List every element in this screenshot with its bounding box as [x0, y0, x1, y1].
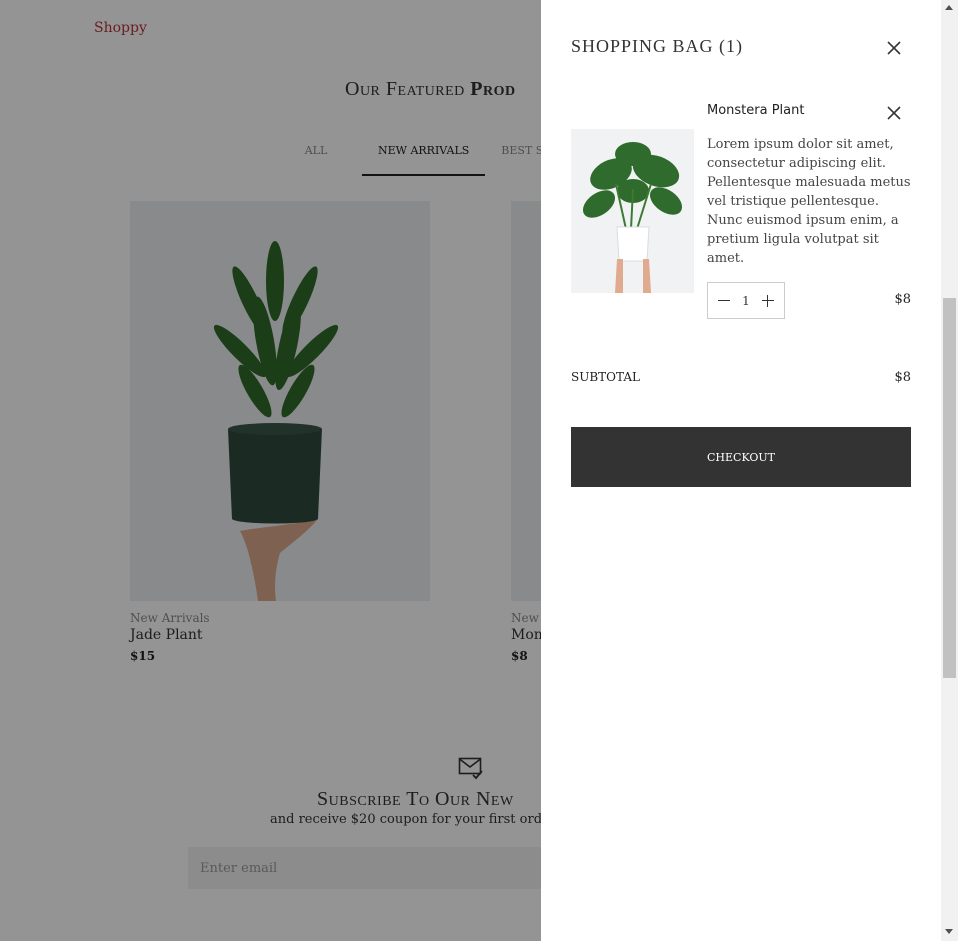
scroll-down-arrow-icon[interactable] [945, 929, 953, 934]
minus-icon[interactable] [718, 295, 730, 307]
cart-item-image [571, 129, 694, 293]
scrollbar-thumb[interactable] [943, 298, 956, 678]
close-icon[interactable] [887, 41, 901, 55]
shopping-bag-drawer: SHOPPING BAG (1) Monstera Plant Lorem ip… [541, 0, 941, 941]
subtotal-label: SUBTOTAL [571, 370, 640, 384]
checkout-button[interactable]: CHECKOUT [571, 427, 911, 487]
subtotal-value: $8 [894, 370, 911, 385]
scroll-up-arrow-icon[interactable] [945, 5, 953, 10]
quantity-value: 1 [742, 293, 750, 308]
cart-item-price: $8 [894, 292, 911, 307]
close-icon[interactable] [887, 106, 901, 120]
plus-icon[interactable] [761, 294, 774, 307]
cart-item-name[interactable]: Monstera Plant [707, 103, 804, 118]
quantity-stepper: 1 [707, 282, 785, 319]
cart-item-description: Lorem ipsum dolor sit amet, consectetur … [707, 137, 911, 266]
drawer-title: SHOPPING BAG (1) [571, 36, 744, 56]
